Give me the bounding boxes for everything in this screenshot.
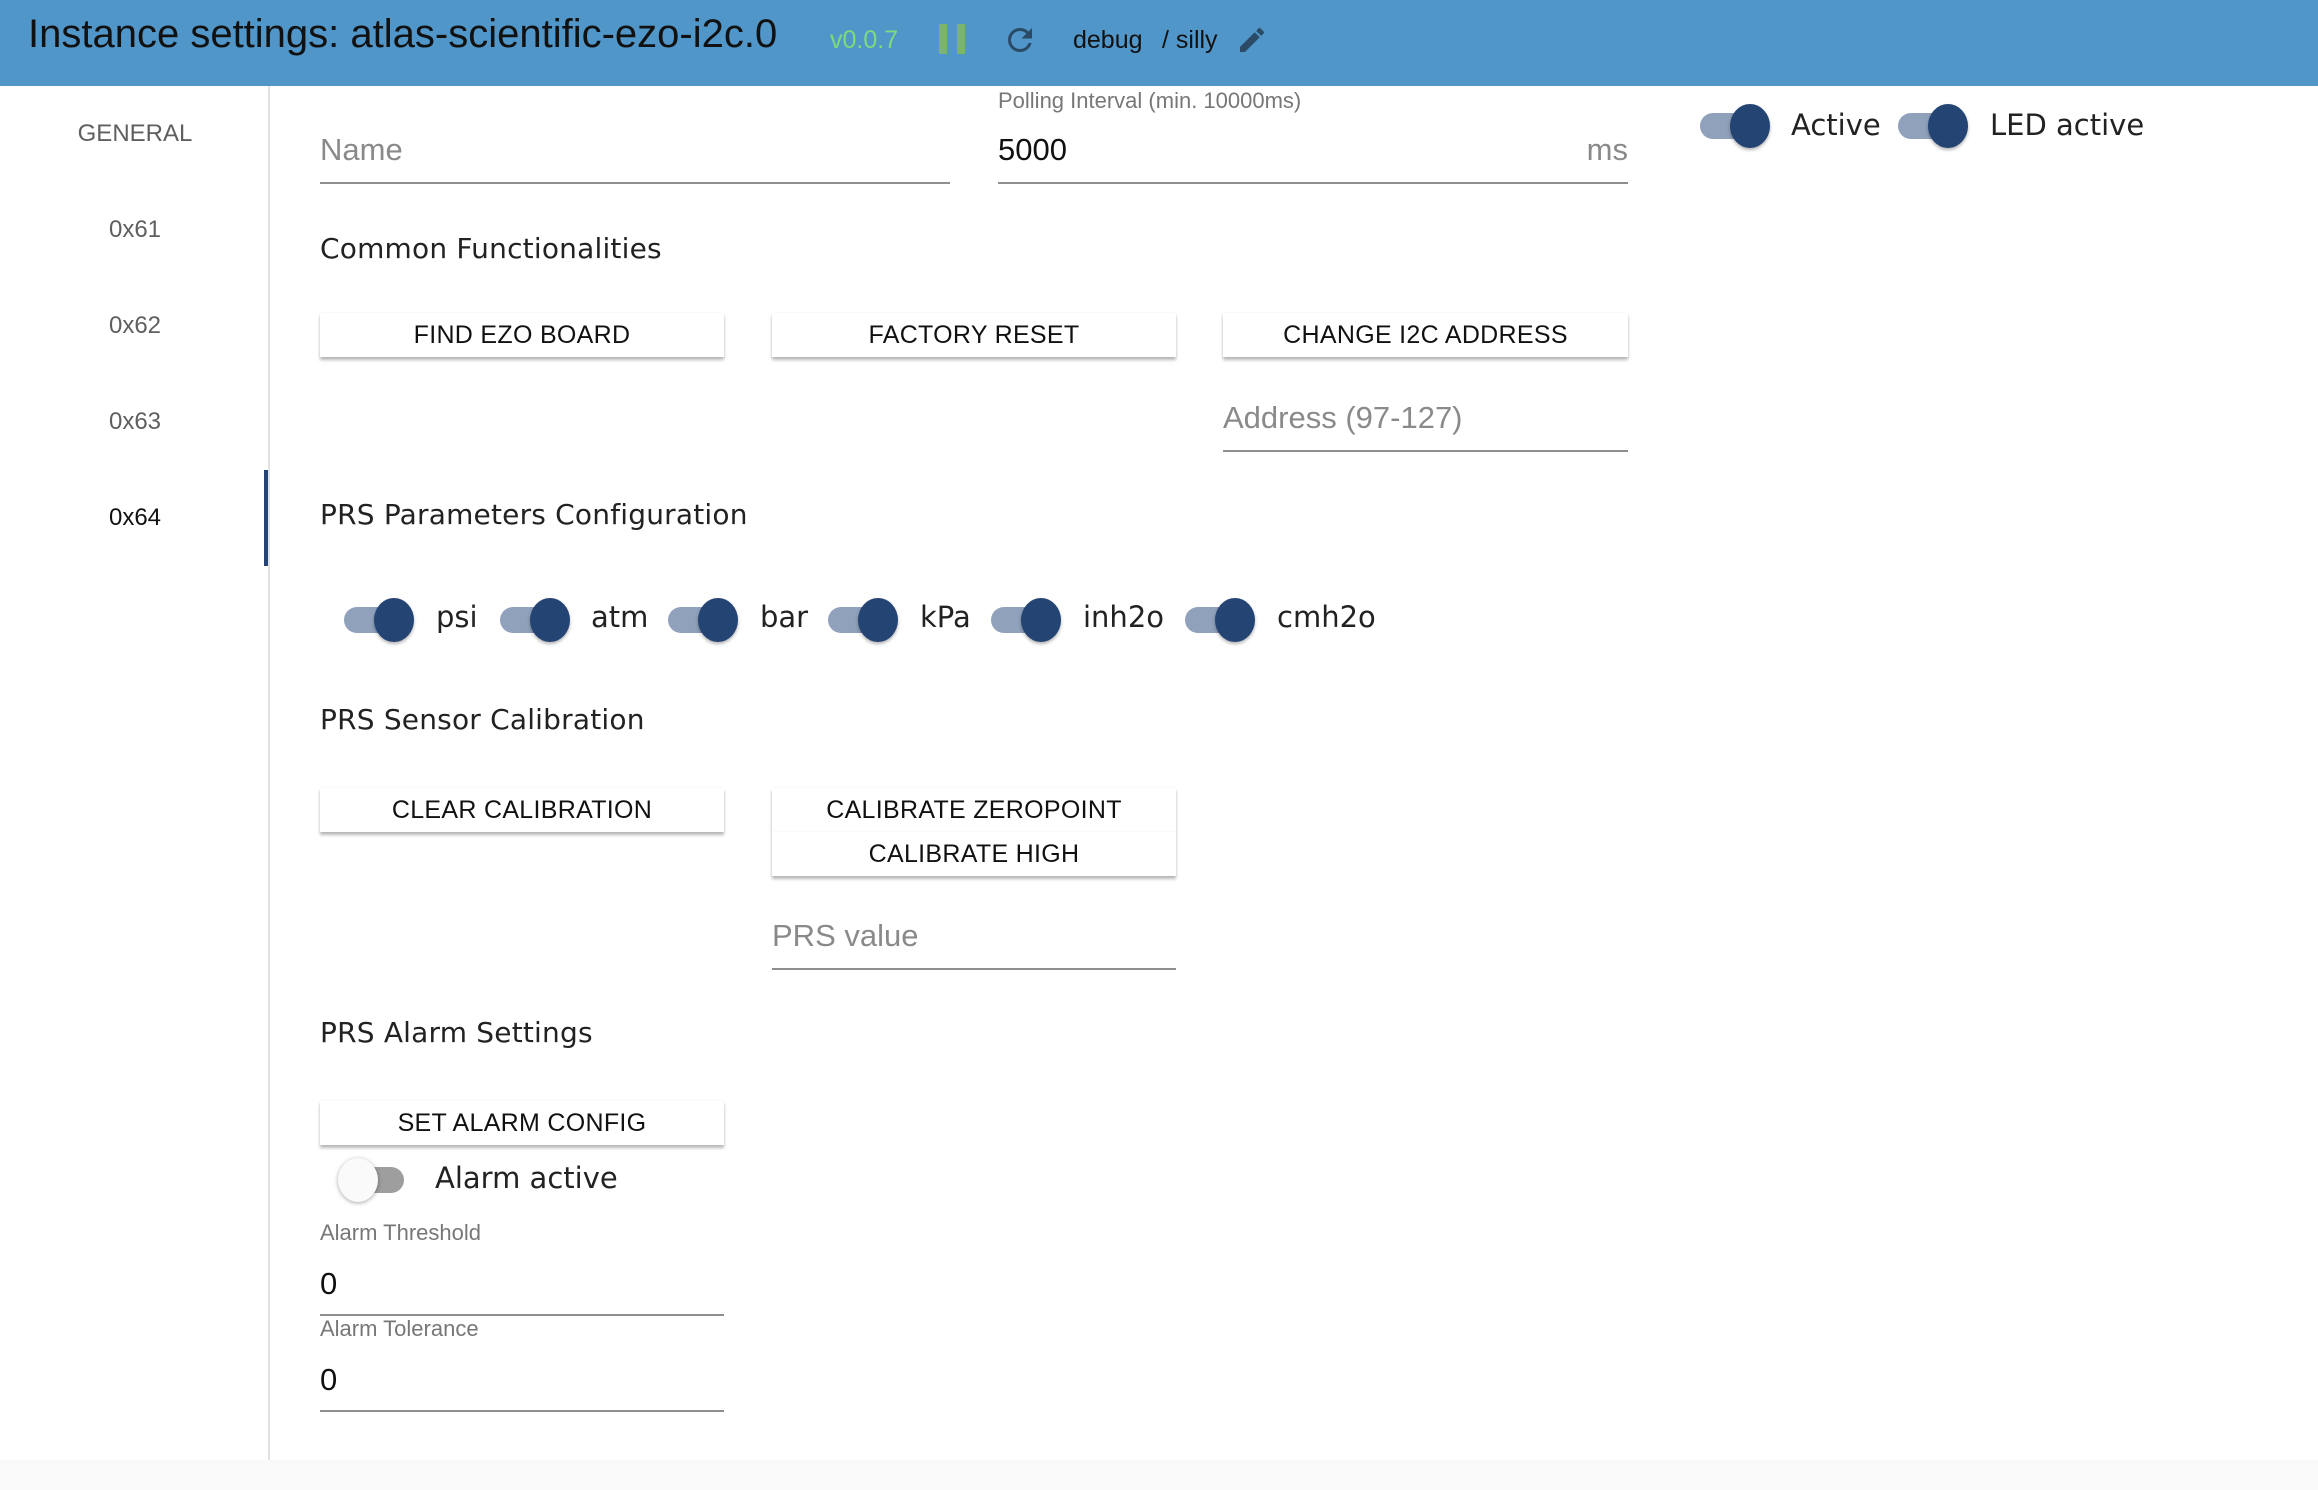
calibrate-zeropoint-button[interactable]: Calibrate Zeropoint [772,788,1176,832]
toggle-thumb [1215,598,1255,642]
tab-label: 0x61 [108,216,162,243]
prs-calibration-heading: PRS Sensor Calibration [320,703,645,736]
alarm-tolerance-label: Alarm Tolerance [320,1316,479,1341]
tab-label: 0x62 [108,312,162,339]
pause-bar-right [957,24,965,54]
address-underline [1223,450,1628,452]
prs-alarm-heading: PRS Alarm Settings [320,1016,593,1049]
log-level-secondary-label[interactable]: / silly [1162,26,1218,55]
name-field[interactable]: Name [320,126,950,184]
log-level-label[interactable]: debug [1073,26,1143,55]
psi-label: psi [436,600,478,634]
pause-bar-left [939,24,947,54]
page-title: Instance settings: atlas-scientific-ezo-… [28,12,778,56]
toggle-thumb [1730,104,1770,148]
alarm-active-toggle[interactable] [338,1158,410,1204]
alarm-active-label: Alarm active [435,1161,618,1195]
polling-interval-value: 5000 [998,132,1067,167]
tab-label: 0x63 [108,408,162,435]
tab-0x61[interactable]: 0x61 [0,182,270,278]
atm-toggle[interactable] [500,598,572,644]
bar-toggle[interactable] [668,598,740,644]
polling-interval-field[interactable]: Polling Interval (min. 10000ms) 5000 ms [998,86,1628,184]
polling-interval-underline [998,182,1628,184]
tab-general[interactable]: GENERAL [0,86,270,182]
prs-value-placeholder: PRS value [772,918,919,953]
kpa-label: kPa [920,600,971,634]
prs-value-field[interactable]: PRS value [772,912,1176,970]
pause-icon[interactable] [939,24,965,54]
prs-value-underline [772,968,1176,970]
tab-0x63[interactable]: 0x63 [0,374,270,470]
tab-0x64[interactable]: 0x64 [0,470,270,566]
address-field[interactable]: Address (97-127) [1223,394,1628,452]
active-label: Active [1791,108,1881,142]
factory-reset-button[interactable]: Factory Reset [772,313,1176,357]
inh2o-toggle[interactable] [991,598,1063,644]
psi-toggle[interactable] [344,598,416,644]
toggle-thumb [1021,598,1061,642]
alarm-threshold-label: Alarm Threshold [320,1220,481,1245]
alarm-tolerance-underline [320,1410,724,1412]
sidebar-tabs: GENERAL 0x61 0x62 0x63 0x64 [0,86,270,1460]
version-label: v0.0.7 [830,26,899,54]
led-active-label: LED active [1990,108,2145,142]
tab-panel-0x64: Name Polling Interval (min. 10000ms) 500… [272,86,2318,1460]
app-header: Instance settings: atlas-scientific-ezo-… [0,0,2318,86]
toggle-thumb [530,598,570,642]
toggle-thumb [374,598,414,642]
active-toggle[interactable] [1700,104,1772,150]
toggle-thumb [698,598,738,642]
bar-label: bar [760,600,809,634]
find-ezo-board-button[interactable]: Find EZO Board [320,313,724,357]
prs-parameters-heading: PRS Parameters Configuration [320,498,748,531]
calibrate-high-button[interactable]: Calibrate High [772,832,1176,876]
atm-label: atm [591,600,649,634]
common-functionalities-heading: Common Functionalities [320,232,662,265]
tab-label: 0x64 [108,504,162,531]
refresh-icon[interactable] [1002,22,1038,58]
toggle-thumb [338,1158,378,1202]
active-tab-indicator [264,470,268,566]
alarm-threshold-value: 0 [320,1266,338,1301]
toggle-thumb [858,598,898,642]
cmh2o-toggle[interactable] [1185,598,1257,644]
footer-bar [0,1460,2318,1490]
change-i2c-address-button[interactable]: Change I2C Address [1223,313,1628,357]
clear-calibration-button[interactable]: Clear Calibration [320,788,724,832]
tab-label: GENERAL [77,120,193,147]
led-active-toggle[interactable] [1898,104,1970,150]
inh2o-label: inh2o [1083,600,1165,634]
toggle-thumb [1928,104,1968,148]
kpa-toggle[interactable] [828,598,900,644]
polling-interval-suffix: ms [1586,132,1628,167]
pencil-icon[interactable] [1236,24,1268,56]
alarm-tolerance-value: 0 [320,1362,338,1397]
name-placeholder: Name [320,132,403,167]
address-placeholder: Address (97-127) [1223,400,1463,435]
polling-interval-label: Polling Interval (min. 10000ms) [998,88,1302,113]
alarm-tolerance-field[interactable]: Alarm Tolerance 0 [320,1316,724,1412]
set-alarm-config-button[interactable]: Set Alarm Config [320,1101,724,1145]
cmh2o-label: cmh2o [1277,600,1376,634]
alarm-threshold-field[interactable]: Alarm Threshold 0 [320,1220,724,1316]
tab-0x62[interactable]: 0x62 [0,278,270,374]
name-underline [320,182,950,184]
